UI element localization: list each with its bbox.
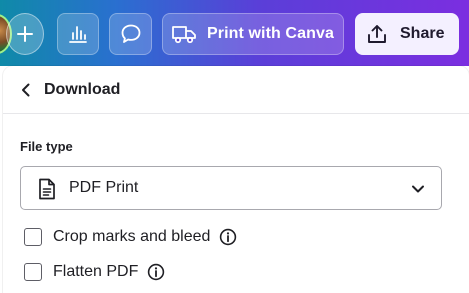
print-with-canva-button[interactable]: Print with Canva [162, 13, 344, 55]
truck-icon [172, 26, 196, 44]
add-collaborator-button[interactable] [6, 13, 44, 55]
share-button[interactable]: Share [355, 13, 459, 55]
flatten-pdf-label[interactable]: Flatten PDF [53, 263, 138, 281]
page-title: Download [44, 81, 121, 98]
share-label: Share [400, 25, 445, 42]
insights-button[interactable] [57, 13, 99, 55]
crop-marks-label[interactable]: Crop marks and bleed [53, 228, 210, 246]
file-type-label: File type [20, 139, 73, 154]
file-type-value: PDF Print [69, 179, 139, 196]
panel-header: Download [3, 66, 469, 114]
flatten-pdf-option: Flatten PDF [24, 262, 165, 282]
document-icon [39, 178, 55, 200]
chevron-left-icon[interactable] [18, 82, 34, 98]
comment-button[interactable] [109, 13, 152, 55]
file-type-select[interactable]: PDF Print [20, 166, 442, 210]
info-icon[interactable] [147, 263, 165, 281]
comment-icon [121, 24, 140, 43]
crop-marks-option: Crop marks and bleed [24, 227, 237, 247]
flatten-pdf-checkbox[interactable] [24, 263, 42, 281]
info-icon[interactable] [219, 228, 237, 246]
chevron-down-icon [412, 185, 424, 193]
editor-toolbar: Print with Canva Share [0, 0, 469, 66]
upload-icon [368, 25, 386, 43]
plus-icon [17, 26, 33, 42]
crop-marks-checkbox[interactable] [24, 228, 42, 246]
bar-chart-icon [69, 26, 87, 43]
print-with-canva-label: Print with Canva [207, 25, 334, 42]
download-panel: Download File type PDF Print Crop marks … [3, 66, 469, 293]
